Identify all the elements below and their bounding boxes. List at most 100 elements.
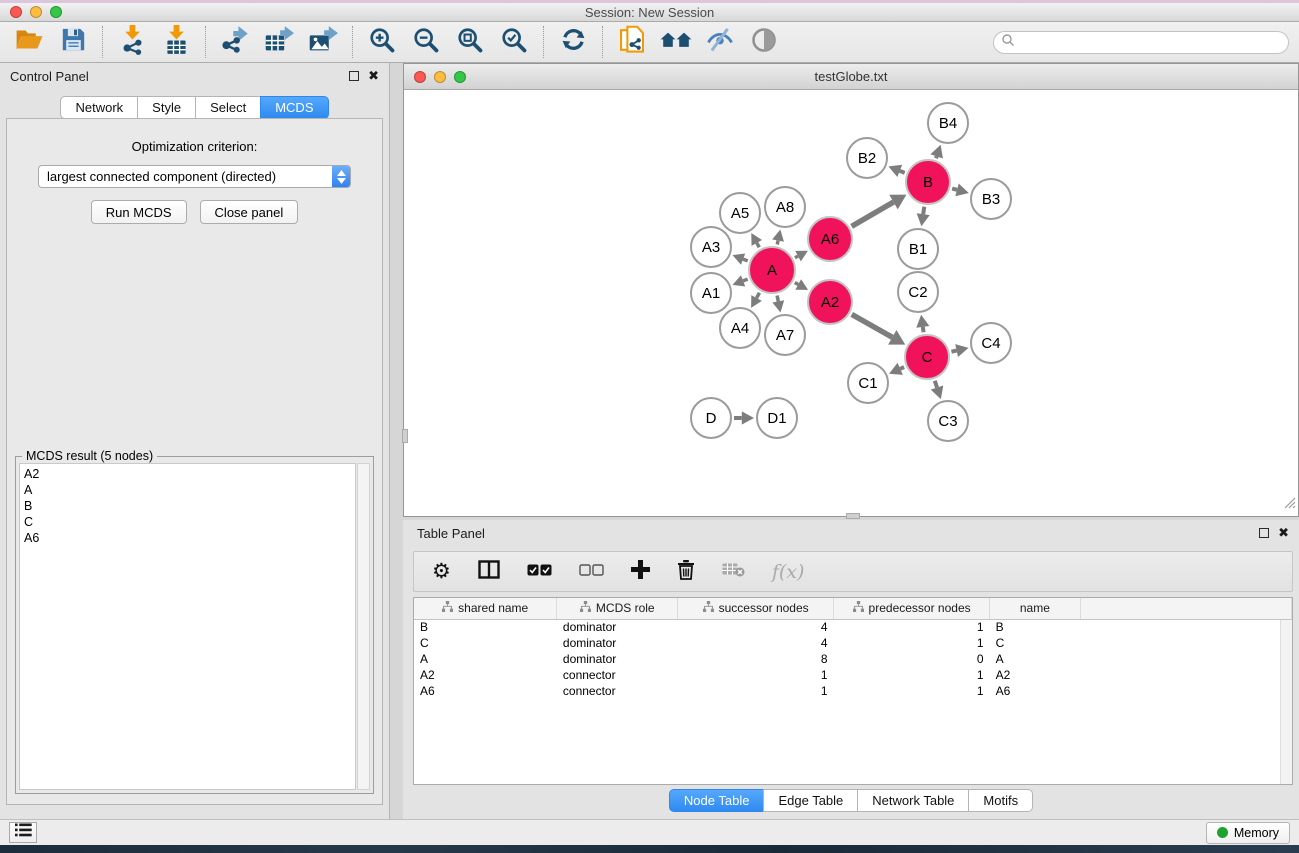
result-list-item[interactable]: A xyxy=(24,482,355,498)
table-cell[interactable]: 1 xyxy=(834,667,990,683)
import-table-button[interactable] xyxy=(158,26,194,58)
save-session-button[interactable] xyxy=(55,26,91,58)
edge-B-B1[interactable] xyxy=(923,207,924,214)
network-close-button[interactable] xyxy=(414,71,426,83)
edge-A-A8[interactable] xyxy=(777,241,778,245)
edge-A2-C[interactable] xyxy=(852,314,893,337)
table-cell[interactable]: connector xyxy=(557,667,678,683)
edge-A-A4[interactable] xyxy=(757,293,760,298)
float-table-panel-icon[interactable] xyxy=(1259,528,1269,538)
edge-A6-B[interactable] xyxy=(852,202,894,226)
edge-A-A5[interactable] xyxy=(757,243,759,247)
column-header-predecessor-nodes[interactable]: predecessor nodes xyxy=(834,598,990,619)
column-header-shared-name[interactable]: shared name xyxy=(414,598,557,619)
table-cell[interactable]: A2 xyxy=(414,667,557,683)
refresh-button[interactable] xyxy=(555,26,591,58)
table-cell[interactable]: C xyxy=(414,635,557,651)
table-cell[interactable]: 1 xyxy=(834,619,990,635)
close-window-button[interactable] xyxy=(10,6,22,18)
close-panel-button[interactable]: Close panel xyxy=(200,200,299,224)
edge-C-C1[interactable] xyxy=(900,367,904,369)
table-cell[interactable] xyxy=(1080,635,1291,651)
table-cell[interactable]: connector xyxy=(557,683,678,699)
tab-style[interactable]: Style xyxy=(137,96,196,119)
splitter-handle-left[interactable] xyxy=(402,429,408,443)
close-panel-icon[interactable]: ✖ xyxy=(368,71,379,81)
window-titlebar[interactable]: Session: New Session xyxy=(0,3,1299,22)
export-table-button[interactable] xyxy=(261,26,297,58)
memory-button[interactable]: Memory xyxy=(1206,822,1290,844)
table-row[interactable]: A6connector11A6 xyxy=(414,683,1292,699)
table-cell[interactable]: 4 xyxy=(678,635,834,651)
table-cell[interactable]: 1 xyxy=(834,683,990,699)
edge-C-C4[interactable] xyxy=(951,351,956,352)
edge-A-A7[interactable] xyxy=(777,295,778,301)
export-image-button[interactable] xyxy=(305,26,341,58)
table-cell[interactable]: B xyxy=(990,619,1081,635)
show-columns-button[interactable] xyxy=(478,560,500,584)
tab-node-table[interactable]: Node Table xyxy=(669,789,765,812)
add-column-button[interactable] xyxy=(631,560,650,584)
tab-mcds[interactable]: MCDS xyxy=(260,96,328,119)
edge-C-C2[interactable] xyxy=(923,327,924,332)
zoom-fit-button[interactable] xyxy=(452,26,488,58)
zoom-out-button[interactable] xyxy=(408,26,444,58)
select-all-button[interactable] xyxy=(527,563,552,581)
table-row[interactable]: Bdominator41B xyxy=(414,619,1292,635)
table-cell[interactable]: dominator xyxy=(557,619,678,635)
minimize-window-button[interactable] xyxy=(30,6,42,18)
table-cell[interactable]: dominator xyxy=(557,635,678,651)
table-cell[interactable]: 8 xyxy=(678,651,834,667)
show-all-networks-button[interactable] xyxy=(658,26,694,58)
delete-column-button[interactable] xyxy=(677,559,695,585)
table-cell[interactable] xyxy=(1080,619,1291,635)
table-cell[interactable]: A xyxy=(414,651,557,667)
search-input[interactable] xyxy=(1015,35,1288,49)
criterion-dropdown[interactable]: largest connected component (directed) xyxy=(38,165,351,188)
table-cell[interactable]: 0 xyxy=(834,651,990,667)
table-cell[interactable]: 1 xyxy=(678,667,834,683)
table-cell[interactable] xyxy=(1080,683,1291,699)
close-table-panel-icon[interactable]: ✖ xyxy=(1278,528,1289,538)
open-session-button[interactable] xyxy=(11,26,47,58)
table-cell[interactable]: A6 xyxy=(990,683,1081,699)
tab-select[interactable]: Select xyxy=(195,96,261,119)
network-minimize-button[interactable] xyxy=(434,71,446,83)
edge-B-B3[interactable] xyxy=(952,189,957,190)
clone-network-button[interactable] xyxy=(614,26,650,58)
result-list-item[interactable]: A2 xyxy=(24,466,355,482)
table-cell[interactable]: C xyxy=(990,635,1081,651)
table-row[interactable]: Cdominator41C xyxy=(414,635,1292,651)
edge-A-A2[interactable] xyxy=(795,283,798,285)
network-graph[interactable]: AA1A2A3A4A5A6A7A8BB1B2B3B4CC1C2C3C4DD1 xyxy=(404,90,1298,516)
edge-B-B4[interactable] xyxy=(936,156,937,158)
zoom-in-button[interactable] xyxy=(364,26,400,58)
export-network-button[interactable] xyxy=(217,26,253,58)
tab-network-table[interactable]: Network Table xyxy=(857,789,969,812)
column-header-successor-nodes[interactable]: successor nodes xyxy=(678,598,834,619)
tab-edge-table[interactable]: Edge Table xyxy=(763,789,858,812)
result-list-item[interactable]: B xyxy=(24,498,355,514)
edge-B-B2[interactable] xyxy=(900,171,905,173)
network-window-titlebar[interactable]: testGlobe.txt xyxy=(404,64,1298,90)
edge-A-A1[interactable] xyxy=(743,279,748,281)
table-cell[interactable]: A xyxy=(990,651,1081,667)
apply-function-button[interactable]: f(x) xyxy=(772,561,805,583)
edge-A-A6[interactable] xyxy=(795,256,798,258)
table-row[interactable]: Adominator80A xyxy=(414,651,1292,667)
table-cell[interactable]: A2 xyxy=(990,667,1081,683)
table-cell[interactable]: B xyxy=(414,619,557,635)
run-mcds-button[interactable]: Run MCDS xyxy=(91,200,187,224)
tab-motifs[interactable]: Motifs xyxy=(968,789,1033,812)
table-cell[interactable]: 4 xyxy=(678,619,834,635)
tab-network[interactable]: Network xyxy=(60,96,138,119)
column-header-name[interactable]: name xyxy=(990,598,1081,619)
show-panels-button[interactable] xyxy=(9,822,37,843)
table-cell[interactable] xyxy=(1080,651,1291,667)
import-network-button[interactable] xyxy=(114,26,150,58)
result-list-item[interactable]: C xyxy=(24,514,355,530)
network-zoom-button[interactable] xyxy=(454,71,466,83)
float-panel-icon[interactable] xyxy=(349,71,359,81)
resize-grip-icon[interactable] xyxy=(1283,496,1296,514)
result-list-item[interactable]: A6 xyxy=(24,530,355,546)
